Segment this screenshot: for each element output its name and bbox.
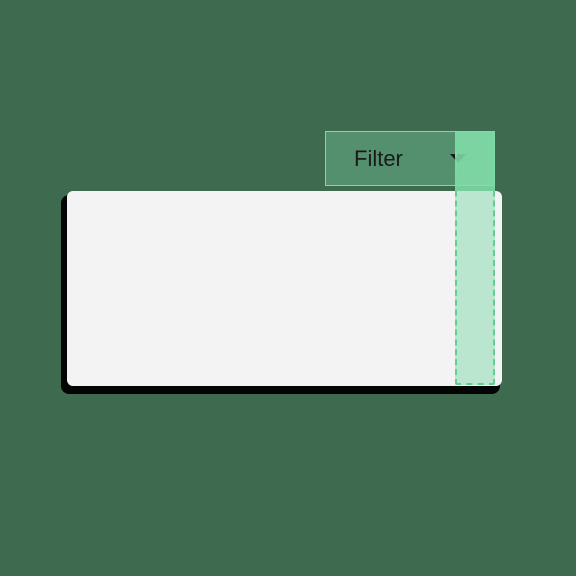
caret-down-icon xyxy=(450,154,466,163)
filter-label: Filter xyxy=(354,146,450,172)
content-card xyxy=(67,191,502,386)
filter-dropdown-button[interactable]: Filter xyxy=(325,131,495,186)
